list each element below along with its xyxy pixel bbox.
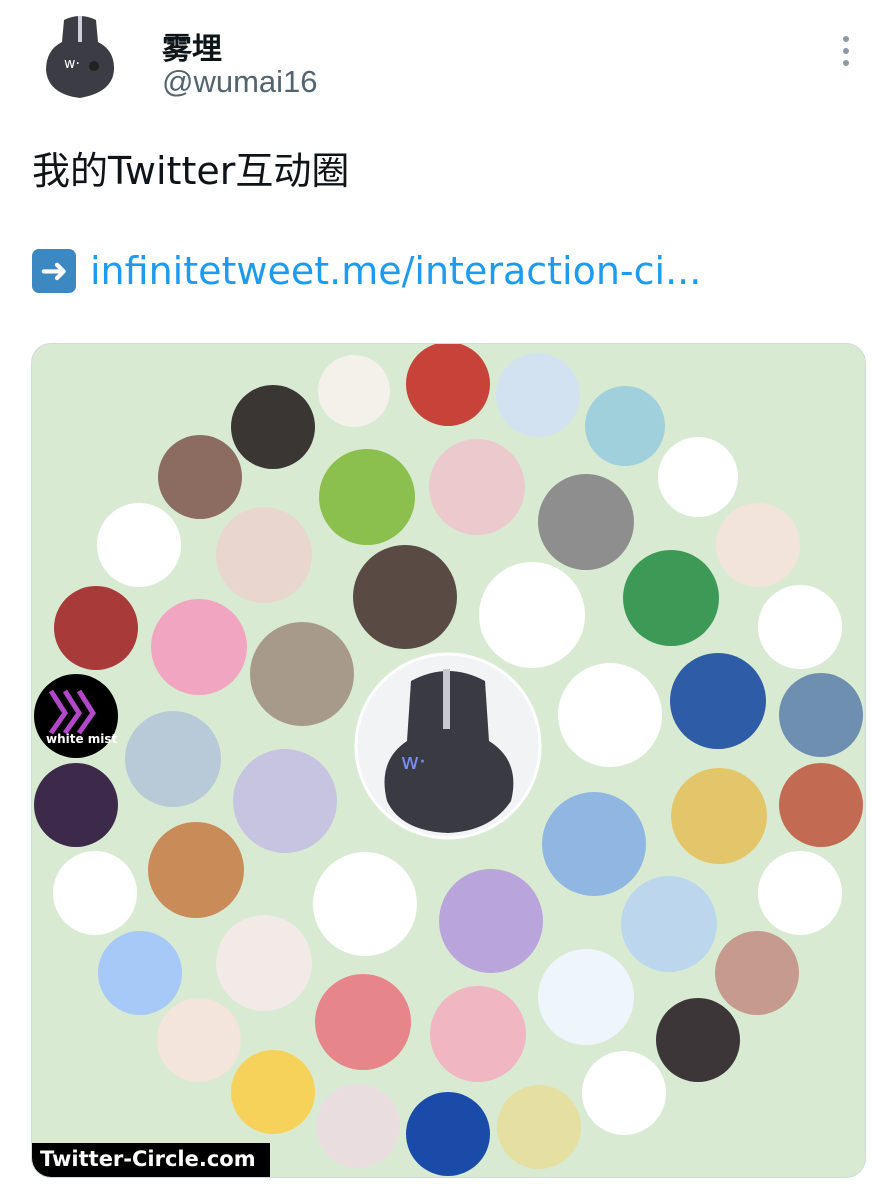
circle-avatar bbox=[658, 437, 738, 517]
circle-avatar bbox=[671, 768, 767, 864]
circle-avatar bbox=[670, 653, 766, 749]
circle-avatar bbox=[716, 503, 800, 587]
circle-avatar bbox=[779, 763, 863, 847]
tweet-text: 我的Twitter互动圈 bbox=[32, 149, 350, 193]
circle-avatar bbox=[34, 763, 118, 847]
circle-avatar bbox=[148, 822, 244, 918]
circle-avatar bbox=[538, 474, 634, 570]
circle-avatar bbox=[406, 1092, 490, 1176]
interaction-circle-image[interactable]: w· white mist Twitter-Circle.com bbox=[31, 343, 866, 1178]
circle-avatar bbox=[151, 599, 247, 695]
circle-avatar bbox=[758, 585, 842, 669]
circle-avatar bbox=[54, 586, 138, 670]
circle-avatar bbox=[97, 503, 181, 587]
circle-avatar bbox=[542, 792, 646, 896]
avatar-circles: w· white mist bbox=[34, 344, 863, 1176]
circle-avatar bbox=[216, 915, 312, 1011]
circle-avatar bbox=[157, 998, 241, 1082]
circle-avatar bbox=[316, 1084, 400, 1168]
circle-avatar bbox=[582, 1051, 666, 1135]
circle-avatar bbox=[779, 673, 863, 757]
circle-avatar bbox=[758, 851, 842, 935]
circle-avatar bbox=[319, 449, 415, 545]
author-avatar[interactable]: w· bbox=[34, 12, 126, 104]
circle-avatar bbox=[479, 562, 585, 668]
circle-avatar bbox=[98, 931, 182, 1015]
circle-avatar bbox=[439, 869, 543, 973]
circle-avatar bbox=[313, 852, 417, 956]
circle-avatar bbox=[315, 974, 411, 1070]
circle-avatar bbox=[656, 998, 740, 1082]
author-avatar-image: w· bbox=[34, 12, 126, 104]
circle-avatar bbox=[621, 876, 717, 972]
circle-avatar bbox=[430, 986, 526, 1082]
circle-avatar bbox=[231, 1050, 315, 1134]
circle-avatar bbox=[538, 949, 634, 1045]
circle-avatar bbox=[585, 386, 665, 466]
handle[interactable]: @wumai16 bbox=[162, 64, 318, 100]
circle-avatar bbox=[496, 353, 580, 437]
arrow-right-icon: ➜ bbox=[32, 249, 76, 293]
tweet-link[interactable]: infinitetweet.me/interaction-ci... bbox=[90, 249, 701, 293]
circle-avatar bbox=[406, 344, 490, 426]
display-name[interactable]: 雾埋 bbox=[162, 24, 222, 68]
circle-avatar bbox=[250, 622, 354, 726]
circle-avatar bbox=[158, 435, 242, 519]
center-avatar-text: w· bbox=[401, 750, 426, 775]
circle-avatar bbox=[715, 931, 799, 1015]
circle-avatar bbox=[53, 851, 137, 935]
more-options-icon[interactable] bbox=[836, 36, 856, 72]
circle-avatar bbox=[125, 711, 221, 807]
circle-avatar bbox=[353, 545, 457, 649]
watermark-label: Twitter-Circle.com bbox=[32, 1143, 270, 1177]
white-mist-label: white mist bbox=[46, 732, 118, 746]
circle-avatar bbox=[318, 355, 390, 427]
circle-avatar bbox=[558, 663, 662, 767]
circle-avatar bbox=[233, 749, 337, 853]
circle-avatar bbox=[216, 507, 312, 603]
svg-text:w·: w· bbox=[64, 56, 80, 72]
circle-avatar bbox=[231, 385, 315, 469]
circle-avatar bbox=[429, 439, 525, 535]
tweet-link-line: ➜ infinitetweet.me/interaction-ci... bbox=[32, 246, 701, 296]
circle-avatar bbox=[623, 550, 719, 646]
circle-avatar bbox=[497, 1085, 581, 1169]
